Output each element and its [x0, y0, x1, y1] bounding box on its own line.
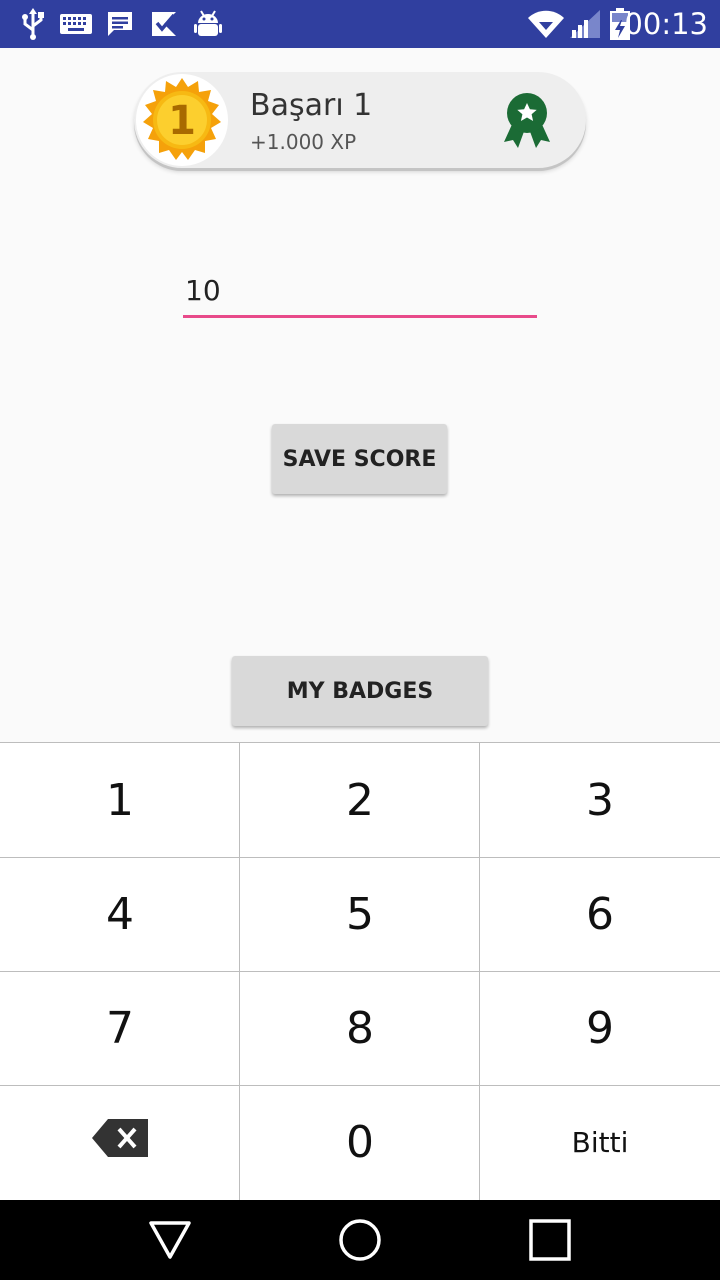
achievement-badge-card: 1 Başarı 1 +1.000 XP: [134, 72, 586, 168]
usb-icon: [20, 0, 46, 48]
keyboard-icon: [60, 0, 92, 48]
key-1[interactable]: 1: [0, 743, 240, 857]
status-bar: 00:13: [0, 0, 720, 48]
badge-title: Başarı 1: [250, 88, 373, 123]
done-key[interactable]: Bitti: [480, 1085, 720, 1199]
task-icon: [150, 0, 178, 48]
score-input[interactable]: [183, 266, 537, 318]
wifi-icon: [528, 0, 564, 48]
badge-xp: +1.000 XP: [250, 130, 357, 154]
award-ribbon-icon: [502, 92, 552, 155]
recents-square-icon[interactable]: [500, 1200, 600, 1280]
key-6[interactable]: 6: [480, 857, 720, 971]
gold-medal-icon: 1: [136, 74, 228, 166]
key-8[interactable]: 8: [240, 971, 480, 1085]
key-4[interactable]: 4: [0, 857, 240, 971]
key-9[interactable]: 9: [480, 971, 720, 1085]
backspace-key[interactable]: [0, 1085, 240, 1199]
clock-time: 00:13: [624, 7, 708, 41]
key-0[interactable]: 0: [240, 1085, 480, 1199]
message-icon: [106, 0, 134, 48]
numeric-keyboard: 1 2 3 4 5 6 7 8 9 0 Bitti: [0, 742, 720, 1201]
save-score-button[interactable]: SAVE SCORE: [272, 424, 447, 494]
key-3[interactable]: 3: [480, 743, 720, 857]
navigation-bar: [0, 1200, 720, 1280]
key-5[interactable]: 5: [240, 857, 480, 971]
backspace-icon: [92, 1117, 148, 1168]
android-debug-icon: [194, 0, 222, 48]
back-triangle-icon[interactable]: [120, 1200, 220, 1280]
key-2[interactable]: 2: [240, 743, 480, 857]
key-7[interactable]: 7: [0, 971, 240, 1085]
medal-number: 1: [168, 98, 196, 144]
signal-icon: [570, 0, 600, 48]
my-badges-button[interactable]: MY BADGES: [232, 656, 488, 726]
home-circle-icon[interactable]: [310, 1200, 410, 1280]
